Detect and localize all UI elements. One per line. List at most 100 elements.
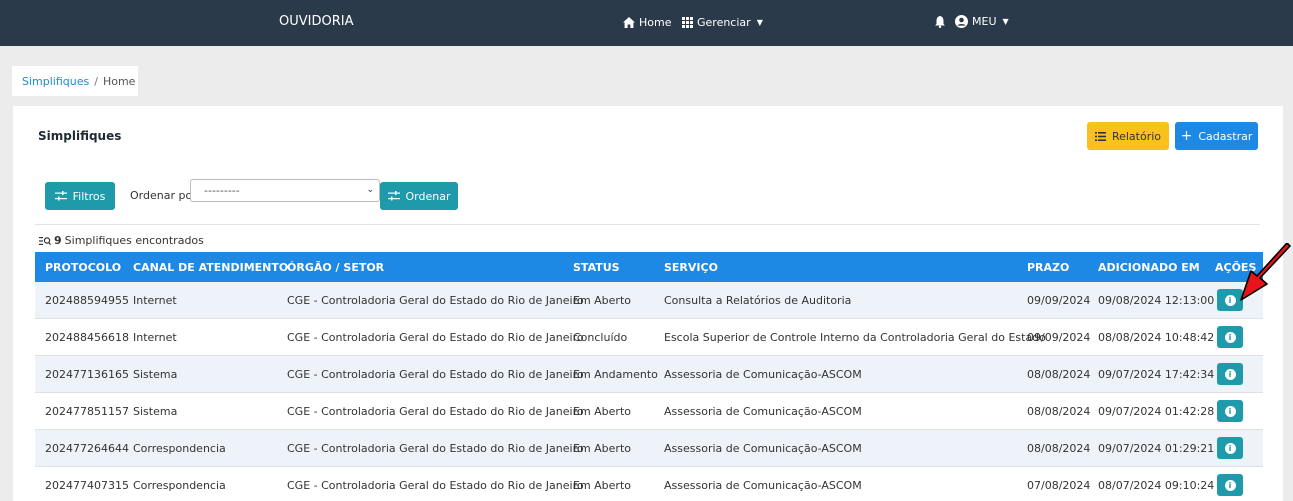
order-button[interactable]: Ordenar (380, 182, 458, 210)
info-icon: i (1224, 368, 1236, 380)
order-select[interactable]: --------- ⌄ (190, 179, 380, 202)
info-icon: i (1224, 331, 1236, 343)
nav-user-label: MEU (972, 15, 997, 28)
header-canal[interactable]: CANAL DE ATENDIMENTO (133, 252, 288, 282)
divider (35, 224, 1260, 225)
cell-protocolo: 202477264644 (45, 441, 129, 455)
cell-canal: Sistema (133, 367, 178, 381)
breadcrumb: Simplifiques / Home (12, 66, 138, 96)
cell-prazo: 08/08/2024 (1027, 441, 1091, 455)
order-label: Ordenar por (130, 189, 197, 202)
cell-protocolo: 202477136165 (45, 367, 129, 381)
header-servico[interactable]: SERVIÇO (664, 252, 718, 282)
bell-icon[interactable] (935, 16, 945, 31)
cell-adicionado: 08/08/2024 10:48:42 (1098, 330, 1215, 344)
cell-canal: Sistema (133, 404, 178, 418)
order-button-label: Ordenar (405, 189, 451, 203)
results-table: PROTOCOLO CANAL DE ATENDIMENTO ÓRGÃO / S… (35, 252, 1263, 501)
cell-status: Em Aberto (573, 404, 632, 418)
nav-manage-label: Gerenciar (697, 16, 751, 29)
details-button[interactable]: i (1217, 326, 1243, 348)
cell-status: Em Aberto (573, 293, 632, 307)
sliders-icon (387, 191, 400, 201)
cell-canal: Internet (133, 293, 177, 307)
search-list-icon (39, 236, 51, 245)
cell-status: Em Aberto (573, 441, 632, 455)
table-row: 202488456618 Internet CGE - Controladori… (35, 319, 1263, 356)
cell-adicionado: 08/07/2024 09:10:24 (1098, 478, 1215, 492)
cell-acoes: i (1215, 467, 1243, 501)
results-count: 9 Simplifiques encontrados (39, 234, 204, 247)
cell-acoes: i (1215, 356, 1243, 392)
cell-prazo: 09/09/2024 (1027, 293, 1091, 307)
breadcrumb-separator: / (94, 74, 98, 88)
red-arrow-annotation (1240, 243, 1291, 301)
cell-servico: Assessoria de Comunicação-ASCOM (664, 478, 862, 492)
header-status[interactable]: STATUS (573, 252, 620, 282)
details-button[interactable]: i (1217, 363, 1243, 385)
details-button[interactable]: i (1217, 400, 1243, 422)
cell-canal: Internet (133, 330, 177, 344)
header-orgao[interactable]: ÓRGÃO / SETOR (287, 252, 384, 282)
cell-acoes: i (1215, 430, 1243, 466)
cell-servico: Assessoria de Comunicação-ASCOM (664, 441, 862, 455)
nav-user-dropdown[interactable]: MEU ▼ (955, 15, 1009, 28)
cell-prazo: 09/09/2024 (1027, 330, 1091, 344)
cell-canal: Correspondencia (133, 478, 226, 492)
home-icon (623, 17, 635, 28)
cell-adicionado: 09/07/2024 01:42:28 (1098, 404, 1215, 418)
cell-adicionado: 09/08/2024 12:13:00 (1098, 293, 1215, 307)
add-button-label: Cadastrar (1198, 129, 1253, 143)
cell-servico: Escola Superior de Controle Interno da C… (664, 330, 1046, 344)
cell-status: Concluído (573, 330, 628, 344)
nav-home-label: Home (639, 16, 672, 29)
breadcrumb-link-simplifiques[interactable]: Simplifiques (22, 75, 89, 88)
main-card: Simplifiques Relatório + Cadastrar Filtr… (13, 106, 1283, 501)
cell-orgao: CGE - Controladoria Geral do Estado do R… (287, 293, 584, 307)
sliders-icon (54, 191, 67, 201)
cell-protocolo: 202488456618 (45, 330, 129, 344)
cell-orgao: CGE - Controladoria Geral do Estado do R… (287, 441, 584, 455)
report-button[interactable]: Relatório (1087, 122, 1169, 150)
nav-home-link[interactable]: Home (623, 16, 671, 29)
results-count-number: 9 (54, 234, 62, 247)
breadcrumb-current: Home (102, 74, 136, 88)
user-circle-icon (955, 15, 968, 28)
cell-canal: Correspondencia (133, 441, 226, 455)
cell-adicionado: 09/07/2024 17:42:34 (1098, 367, 1215, 381)
app-title[interactable]: OUVIDORIA (279, 14, 353, 29)
add-button[interactable]: + Cadastrar (1175, 122, 1258, 150)
list-icon (1094, 131, 1106, 141)
report-button-label: Relatório (1111, 129, 1162, 143)
cell-acoes: i (1215, 319, 1243, 355)
chevron-down-icon: ⌄ (366, 185, 374, 195)
info-icon: i (1224, 479, 1236, 491)
info-icon: i (1224, 442, 1236, 454)
cell-orgao: CGE - Controladoria Geral do Estado do R… (287, 478, 584, 492)
header-adicionado[interactable]: ADICIONADO EM (1098, 252, 1200, 282)
cell-status: Em Aberto (573, 478, 632, 492)
nav-manage-dropdown[interactable]: Gerenciar ▼ (682, 16, 763, 29)
cell-orgao: CGE - Controladoria Geral do Estado do R… (287, 330, 584, 344)
caret-down-icon: ▼ (756, 18, 763, 27)
table-header: PROTOCOLO CANAL DE ATENDIMENTO ÓRGÃO / S… (35, 252, 1263, 282)
table-row: 202488594955 Internet CGE - Controladori… (35, 282, 1263, 319)
grid-icon (682, 17, 693, 28)
filter-button-label: Filtros (72, 189, 106, 203)
cell-adicionado: 09/07/2024 01:29:21 (1098, 441, 1215, 455)
page-title: Simplifiques (38, 129, 122, 143)
caret-down-icon: ▼ (1002, 17, 1009, 26)
table-row: 202477264644 Correspondencia CGE - Contr… (35, 430, 1263, 467)
cell-prazo: 08/08/2024 (1027, 367, 1091, 381)
table-row: 202477136165 Sistema CGE - Controladoria… (35, 356, 1263, 393)
cell-status: Em Andamento (573, 367, 658, 381)
details-button[interactable]: i (1217, 437, 1243, 459)
cell-prazo: 08/08/2024 (1027, 404, 1091, 418)
top-navbar: OUVIDORIA Home Gerenciar ▼ MEU ▼ (0, 0, 1293, 46)
header-protocolo[interactable]: PROTOCOLO (45, 252, 121, 282)
table-row: 202477851157 Sistema CGE - Controladoria… (35, 393, 1263, 430)
details-button[interactable]: i (1217, 474, 1243, 496)
cell-acoes: i (1215, 393, 1243, 429)
filter-button[interactable]: Filtros (45, 182, 115, 210)
header-prazo[interactable]: PRAZO (1027, 252, 1069, 282)
